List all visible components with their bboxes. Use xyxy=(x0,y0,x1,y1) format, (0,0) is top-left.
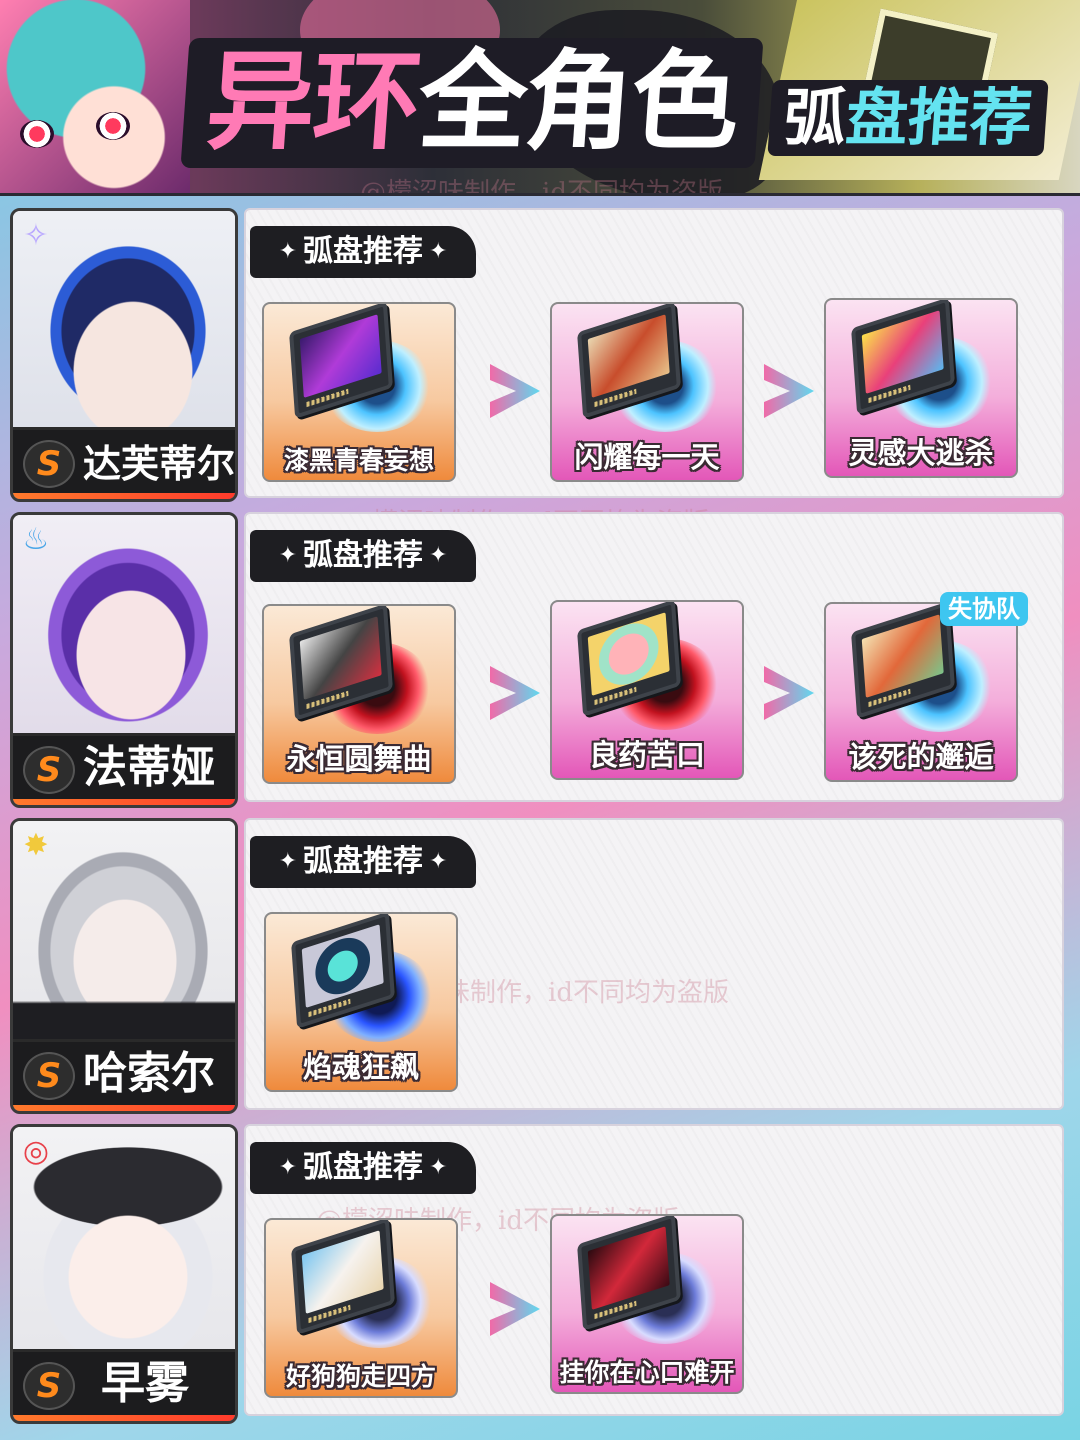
character-row: ✸ S 哈索尔 ✦ 弧盘推荐 ✦ @檬涩味制作，id不同均为盗版 焰魂狂飙 xyxy=(10,818,1064,1114)
target-element-icon: ◎ xyxy=(22,1134,50,1169)
arrow-right-icon xyxy=(482,660,548,726)
sparkle-icon: ✦ xyxy=(278,849,297,874)
arrow-right-icon xyxy=(756,358,822,424)
character-name: 法蒂娅 xyxy=(83,742,215,793)
rank-s-badge: S xyxy=(23,746,75,794)
sparkle-icon: ✦ xyxy=(278,239,297,264)
section-label: ✦ 弧盘推荐 ✦ xyxy=(250,226,476,278)
sparkle-icon: ✦ xyxy=(278,1155,297,1180)
disc-name: 永恒圆舞曲 xyxy=(286,742,432,777)
disc-recommend-panel: ✦ 弧盘推荐 ✦ @檬涩味制作，id不同均为盗版 焰魂狂飙 xyxy=(244,818,1064,1110)
disc-name: 良药苦口 xyxy=(588,738,705,773)
disc-card[interactable]: 良药苦口 xyxy=(550,600,744,780)
disc-card[interactable]: 挂你在心口难开 xyxy=(550,1214,744,1394)
sparkle-icon: ✦ xyxy=(429,1155,448,1180)
disc-name: 漆黑青春妄想 xyxy=(283,445,434,475)
page-title: 异环全角色 xyxy=(180,38,764,168)
sparkle-icon: ✦ xyxy=(429,239,448,264)
disc-card[interactable]: 好狗狗走四方 xyxy=(264,1218,458,1398)
character-portrait: ✸ S 哈索尔 xyxy=(10,818,238,1114)
page-subtitle: 弧盘推荐 xyxy=(767,80,1049,156)
disc-card[interactable]: 闪耀每一天 xyxy=(550,302,744,482)
disc-name: 该死的邂逅 xyxy=(848,740,994,775)
disc-card[interactable]: 该死的邂逅 xyxy=(824,602,1018,782)
disc-card[interactable]: 灵感大逃杀 xyxy=(824,298,1018,478)
disc-card[interactable]: 漆黑青春妄想 xyxy=(262,302,456,482)
disc-name: 灵感大逃杀 xyxy=(848,436,994,471)
disc-name: 焰魂狂飙 xyxy=(302,1050,419,1085)
character-row: ◎ S 早雾 ✦ 弧盘推荐 ✦ @檬涩味制作，id不同均为盗版 好狗狗走四方 挂… xyxy=(10,1124,1064,1424)
disc-card[interactable]: 焰魂狂飙 xyxy=(264,912,458,1092)
character-portrait: ✧ S 达芙蒂尔 xyxy=(10,208,238,502)
disc-recommend-panel: ✦ 弧盘推荐 ✦ @檬涩味制作，id不同均为盗版 漆黑青春妄想 xyxy=(244,208,1064,538)
arrow-right-icon xyxy=(482,358,548,424)
sparkle-icon: ✦ xyxy=(429,543,448,568)
character-row: ✧ S 达芙蒂尔 ✦ 弧盘推荐 ✦ @檬涩味制作，id不同均为盗版 漆黑青春妄想 xyxy=(10,208,1064,538)
star-element-icon: ✸ xyxy=(23,828,49,863)
title-part-1: 异环 xyxy=(202,40,424,165)
sparkle-icon: ✦ xyxy=(429,849,448,874)
disc-recommend-panel: ✦ 弧盘推荐 ✦ @檬涩味制作，id不同均为盗版 好狗狗走四方 挂你在心口难开 xyxy=(244,1124,1064,1416)
rank-s-badge: S xyxy=(23,1052,75,1100)
sparkle-element-icon: ✧ xyxy=(23,218,49,253)
header-banner: 异环全角色 弧盘推荐 @檬涩味制作，id不同均为盗版 xyxy=(0,0,1080,196)
rank-s-badge: S xyxy=(23,1362,75,1410)
character-portrait: ◎ S 早雾 xyxy=(10,1124,238,1424)
arrow-right-icon xyxy=(482,1276,548,1342)
section-label: ✦ 弧盘推荐 ✦ xyxy=(250,530,476,582)
character-portrait: ♨ S 法蒂娅 xyxy=(10,512,238,808)
disc-name: 好狗狗走四方 xyxy=(285,1361,436,1391)
team-badge: 失协队 xyxy=(940,592,1028,626)
title-part-2: 全角色 xyxy=(414,40,742,165)
character-row: ♨ S 法蒂娅 ✦ 弧盘推荐 ✦ 永恒圆舞曲 良药苦口 该死的邂逅 失协队 xyxy=(10,512,1064,808)
section-label: ✦ 弧盘推荐 ✦ xyxy=(250,836,476,888)
rank-s-badge: S xyxy=(23,440,75,488)
disc-recommend-panel: ✦ 弧盘推荐 ✦ 永恒圆舞曲 良药苦口 该死的邂逅 失协队 xyxy=(244,512,1064,802)
character-name: 达芙蒂尔 xyxy=(83,442,236,486)
sparkle-icon: ✦ xyxy=(278,543,297,568)
section-label: ✦ 弧盘推荐 ✦ xyxy=(250,1142,476,1194)
flame-element-icon: ♨ xyxy=(22,522,50,557)
subtitle-part-1: 弧 xyxy=(781,81,849,154)
character-name: 早雾 xyxy=(101,1358,189,1409)
disc-name: 挂你在心口难开 xyxy=(559,1357,735,1387)
disc-card[interactable]: 永恒圆舞曲 xyxy=(262,604,456,784)
character-name: 哈索尔 xyxy=(83,1048,215,1099)
disc-name: 闪耀每一天 xyxy=(574,440,720,475)
arrow-right-icon xyxy=(756,660,822,726)
subtitle-part-2: 盘推荐 xyxy=(843,81,1035,154)
banner-character-art xyxy=(0,0,190,193)
